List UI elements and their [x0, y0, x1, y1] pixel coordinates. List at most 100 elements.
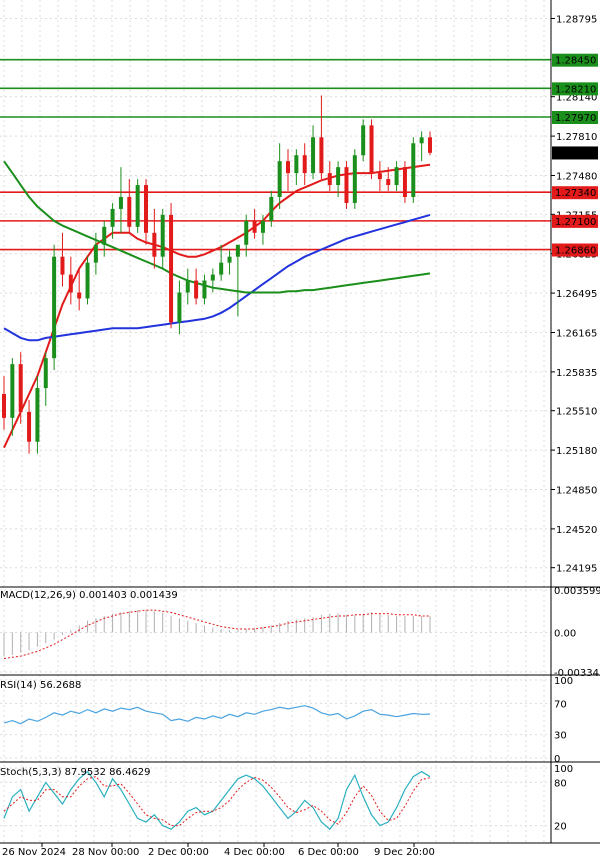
candle-body [277, 161, 282, 197]
candle-body [202, 280, 207, 299]
rsi-label: RSI(14) 56.2688 [0, 680, 81, 691]
candle-body [10, 364, 15, 418]
stoch-d-line [3, 776, 431, 827]
time-tick-label: 4 Dec 00:00 [224, 847, 285, 857]
chart-canvas: 1.287951.281401.278101.274801.271551.268… [0, 0, 600, 857]
macd-label: MACD(12,26,9) 0.001403 0.001439 [0, 590, 178, 601]
price-tick-label: 1.26495 [556, 289, 597, 300]
candle-body [118, 196, 123, 209]
candle-body [52, 256, 57, 359]
rsi-tick-label: 30 [554, 731, 567, 742]
price-axis: 1.287951.281401.278101.274801.271551.268… [0, 0, 600, 844]
rsi-line [3, 705, 431, 725]
candlesticks [2, 95, 432, 454]
moving-average-line [3, 213, 431, 342]
candle-body [327, 173, 332, 186]
candle-body [428, 137, 432, 153]
candle-body [27, 411, 32, 442]
price-tick-label: 1.26165 [556, 328, 597, 339]
price-tick-label: 1.24850 [556, 485, 597, 496]
stoch-tick-label: 100 [554, 764, 573, 775]
candle-body [311, 137, 316, 174]
stoch-k-line [3, 770, 431, 831]
candle-body [235, 244, 240, 257]
candle-body [344, 167, 349, 203]
candle-body [286, 161, 290, 174]
level-label: 1.26860 [555, 246, 596, 257]
candle-body [60, 256, 65, 275]
macd-tick-label: 0.003599 [554, 586, 600, 597]
candle-body [85, 262, 90, 299]
candle-body [35, 388, 40, 442]
candle-body [169, 214, 174, 323]
price-tick-label: 1.25510 [556, 407, 597, 418]
macd-signal-line [3, 609, 430, 659]
price-tick-label: 1.28795 [556, 15, 597, 26]
candle-body [260, 220, 265, 233]
macd-tick-label: 0.00 [554, 628, 576, 639]
candle-body [77, 292, 82, 299]
level-label: 1.27340 [555, 188, 596, 199]
level-label: 1.28450 [555, 56, 596, 67]
level-label: 1.27100 [555, 217, 596, 228]
candle-body [177, 292, 182, 323]
price-tick-label: 1.24195 [556, 564, 597, 575]
candle-body [43, 358, 48, 389]
candle-body [194, 280, 199, 299]
candle-body [18, 364, 23, 412]
stoch-label: Stoch(5,3,3) 87.9532 86.4629 [0, 767, 151, 778]
time-tick-label: 9 Dec 20:00 [374, 847, 435, 857]
price-tick-label: 1.27480 [556, 172, 597, 183]
candle-body [419, 137, 424, 144]
price-tick-label: 1.27810 [556, 132, 597, 143]
candle-body [394, 167, 399, 186]
rsi-tick-label: 70 [554, 699, 567, 710]
stoch-tick-label: 80 [554, 778, 567, 789]
candle-body [319, 137, 324, 174]
horizontal-levels [0, 58, 551, 251]
candle-body [377, 173, 382, 180]
candle-body [252, 220, 257, 233]
candle-body [144, 185, 148, 233]
price-tick-label: 1.24520 [556, 525, 597, 536]
candle-body [386, 179, 391, 186]
candle-body [352, 155, 357, 203]
candle-body [269, 196, 274, 221]
candle-body [68, 274, 73, 293]
candle-body [160, 214, 165, 257]
candle-body [102, 226, 107, 245]
current-price-label: 1.27673 [555, 148, 596, 159]
candle-body [210, 274, 215, 281]
macd-pane [3, 609, 431, 659]
level-label: 1.27970 [555, 113, 596, 124]
candle-body [127, 196, 132, 227]
candle-body [185, 280, 190, 293]
stoch-pane [3, 770, 431, 831]
candle-body [135, 185, 140, 227]
grid-lines [0, 0, 551, 843]
moving-average-line [3, 163, 431, 449]
stoch-tick-label: 20 [554, 822, 567, 833]
price-tick-label: 1.25180 [556, 446, 597, 457]
candle-body [152, 232, 157, 257]
candle-body [302, 155, 307, 174]
candle-body [411, 143, 416, 197]
candle-body [110, 208, 115, 227]
time-tick-label: 2 Dec 00:00 [148, 847, 209, 857]
candle-body [369, 125, 374, 174]
moving-average-line [3, 160, 431, 294]
time-axis: 26 Nov 2024 28 Nov 00:00 2 Dec 00:00 4 Dec … [2, 843, 435, 857]
rsi-pane [3, 705, 431, 725]
time-tick-label: 26 Nov 2024 [2, 847, 66, 857]
time-tick-label: 6 Dec 00:00 [298, 847, 359, 857]
candle-body [219, 262, 224, 275]
candle-body [361, 125, 366, 156]
level-label: 1.28210 [555, 84, 596, 95]
price-tick-label: 1.25835 [556, 368, 597, 379]
candle-body [2, 393, 6, 418]
level-labels: 1.28450 1.28210 1.27970 1.27340 1.27100 1.268… [552, 53, 598, 257]
rsi-tick-label: 100 [554, 676, 573, 687]
time-tick-label: 28 Nov 00:00 [72, 847, 139, 857]
moving-averages [3, 160, 431, 449]
candle-body [336, 167, 341, 186]
